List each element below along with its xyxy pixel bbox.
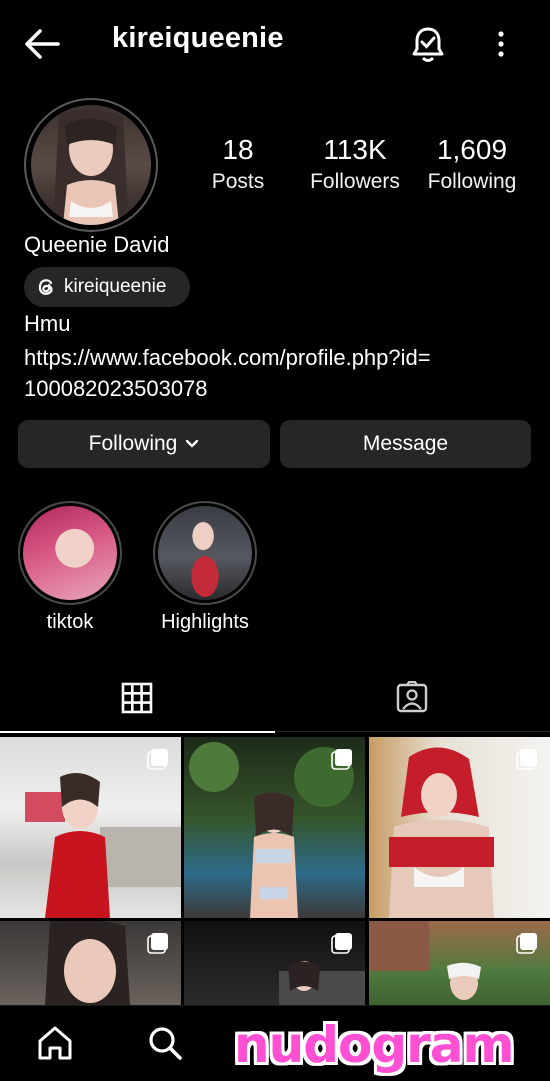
back-arrow-icon[interactable]	[22, 26, 62, 62]
following-count: 1,609	[436, 134, 508, 165]
highlight-tiktok-thumbnail[interactable]	[23, 506, 117, 600]
more-options-icon[interactable]	[488, 26, 514, 62]
home-icon[interactable]	[36, 1024, 74, 1062]
display-name: Queenie David	[24, 232, 170, 257]
active-tab-indicator	[0, 731, 275, 733]
message-button[interactable]: Message	[280, 420, 531, 468]
grid-icon[interactable]	[120, 681, 154, 715]
following-button[interactable]: Following	[18, 420, 270, 468]
followers-count: 113K	[323, 134, 387, 165]
post-thumbnail[interactable]	[0, 921, 181, 1005]
post-thumbnail[interactable]	[369, 921, 550, 1005]
posts-stat[interactable]: 18 Posts	[198, 133, 278, 197]
multiple-photos-icon	[331, 748, 353, 770]
bio-link-line-2: 100082023503078	[24, 376, 208, 401]
post-thumbnail[interactable]	[369, 737, 550, 918]
multiple-photos-icon	[331, 932, 353, 954]
chevron-down-icon	[185, 439, 199, 449]
bio-text: Hmu	[24, 311, 71, 336]
multiple-photos-icon	[147, 748, 169, 770]
watermark-logo: nudogram	[234, 1016, 515, 1074]
followers-label: Followers	[310, 170, 400, 193]
followers-stat[interactable]: 113K Followers	[300, 133, 410, 197]
multiple-photos-icon	[516, 932, 538, 954]
multiple-photos-icon	[516, 748, 538, 770]
following-button-label: Following	[88, 432, 178, 455]
profile-username-title: kireiqueenie	[112, 22, 284, 54]
bio-link-line-1: https://www.facebook.com/profile.php?id=	[24, 345, 431, 370]
tagged-user-icon[interactable]	[395, 681, 429, 715]
post-thumbnail[interactable]	[0, 737, 181, 918]
highlight-tiktok-label: tiktok	[46, 611, 94, 633]
highlight-highlights-label: Highlights	[161, 611, 249, 633]
notification-bell-icon[interactable]	[408, 24, 448, 64]
posts-label: Posts	[211, 170, 265, 193]
multiple-photos-icon	[147, 932, 169, 954]
following-stat[interactable]: 1,609 Following	[416, 133, 528, 197]
threads-icon	[36, 276, 56, 298]
posts-count: 18	[222, 134, 254, 165]
highlight-highlights-thumbnail[interactable]	[158, 506, 252, 600]
post-thumbnail[interactable]	[184, 921, 365, 1005]
search-icon[interactable]	[146, 1024, 184, 1062]
bio-link[interactable]: https://www.facebook.com/profile.php?id=…	[24, 342, 494, 404]
post-thumbnail[interactable]	[184, 737, 365, 918]
message-button-label: Message	[362, 432, 449, 455]
following-label: Following	[427, 170, 517, 193]
profile-avatar[interactable]	[31, 105, 151, 225]
threads-handle: kireiqueenie	[64, 276, 167, 297]
threads-badge[interactable]: kireiqueenie	[24, 267, 190, 307]
